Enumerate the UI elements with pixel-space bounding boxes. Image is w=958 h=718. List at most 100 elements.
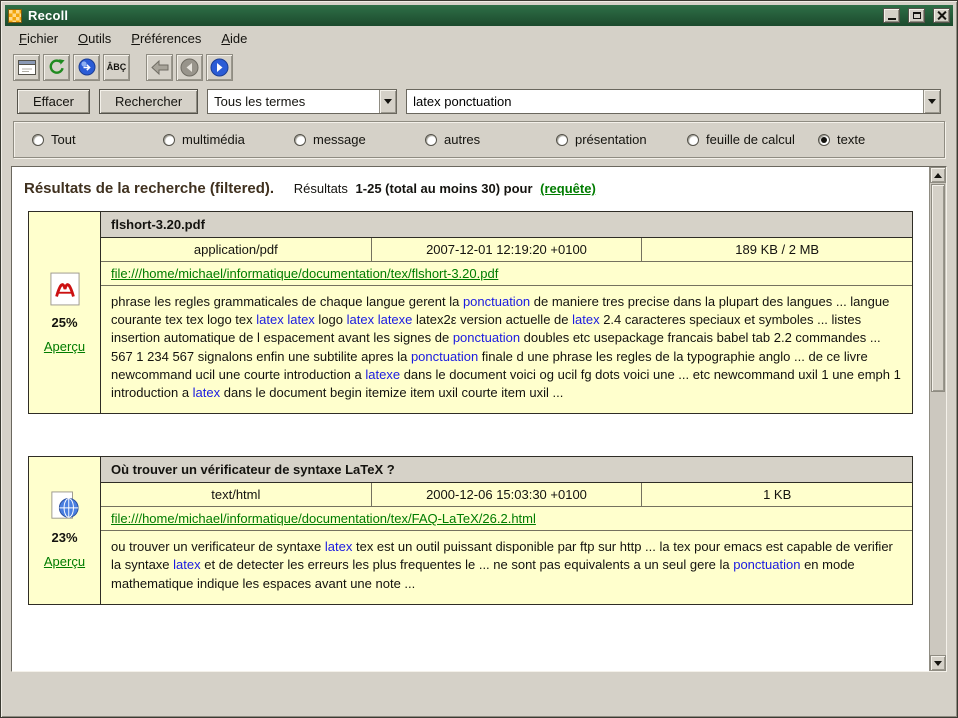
html-icon <box>50 491 80 521</box>
titlebar[interactable]: Recoll <box>5 5 953 26</box>
result-title: flshort-3.20.pdf <box>101 212 912 238</box>
result-url-link[interactable]: file:///home/michael/informatique/docume… <box>111 511 536 526</box>
result-abstract: phrase les regles grammaticales de chaqu… <box>101 286 912 413</box>
menu-outils[interactable]: Outils <box>70 28 119 49</box>
search-query-combobox[interactable] <box>406 89 941 114</box>
result-entry-body: Où trouver un vérificateur de syntaxe La… <box>101 457 912 604</box>
result-entry: 25% Aperçu flshort-3.20.pdf application/… <box>28 211 913 414</box>
update-index-icon <box>48 58 66 76</box>
search-row: Effacer Rechercher Tous les termes <box>5 84 953 118</box>
filter-label: texte <box>837 132 865 147</box>
next-page-button[interactable] <box>206 54 233 81</box>
chevron-down-icon <box>928 99 936 104</box>
results-range: 1-25 (total au moins 30) pour <box>356 181 533 196</box>
search-mode-value: Tous les termes <box>208 90 379 113</box>
reset-button[interactable] <box>13 54 40 81</box>
result-entry-body: flshort-3.20.pdf application/pdf 2007-12… <box>101 212 912 413</box>
result-meta-row: application/pdf 2007-12-01 12:19:20 +010… <box>101 238 912 262</box>
filter-multimedia[interactable]: multimédia <box>163 132 294 147</box>
results-summary: Résultats 1-25 (total au moins 30) pour … <box>294 181 596 196</box>
arrow-down-icon <box>934 661 942 666</box>
results-scrollbar[interactable] <box>929 167 946 671</box>
radio-icon[interactable] <box>818 134 830 146</box>
search-query-dropdown-button[interactable] <box>923 90 940 113</box>
term-explorer-button[interactable]: ÂBÇ <box>103 54 130 81</box>
search-mode-combobox[interactable]: Tous les termes <box>207 89 397 114</box>
filter-label: message <box>313 132 366 147</box>
radio-icon[interactable] <box>32 134 44 146</box>
preview-link[interactable]: Aperçu <box>44 339 85 354</box>
filter-texte[interactable]: texte <box>818 132 865 147</box>
results-list: Résultats de la recherche (filtered). Ré… <box>12 167 929 671</box>
menu-fichier[interactable]: Fichier <box>11 28 66 49</box>
minimize-icon <box>888 18 896 20</box>
preview-link[interactable]: Aperçu <box>44 554 85 569</box>
toolbar-group-navigation <box>146 54 233 81</box>
filter-autres[interactable]: autres <box>425 132 556 147</box>
menu-aide[interactable]: Aide <box>213 28 255 49</box>
update-index-button[interactable] <box>43 54 70 81</box>
results-area: Résultats de la recherche (filtered). Ré… <box>11 166 947 672</box>
maximize-button[interactable] <box>908 8 925 23</box>
close-icon <box>937 11 946 20</box>
prev-page-button[interactable] <box>146 54 173 81</box>
recoll-window: Recoll Fichier Outils Préférences Aide Â… <box>0 0 958 718</box>
radio-icon[interactable] <box>163 134 175 146</box>
search-button[interactable]: Rechercher <box>99 89 198 114</box>
filter-label: autres <box>444 132 480 147</box>
arrow-up-icon <box>934 173 942 178</box>
history-back-icon <box>180 58 199 77</box>
filter-tout[interactable]: Tout <box>32 132 163 147</box>
result-entry: 23% Aperçu Où trouver un vérificateur de… <box>28 456 913 605</box>
window-title: Recoll <box>28 8 875 23</box>
next-page-icon <box>210 58 229 77</box>
results-heading: Résultats de la recherche (filtered). <box>24 180 274 197</box>
run-query-button[interactable] <box>73 54 100 81</box>
minimize-button[interactable] <box>883 8 900 23</box>
result-meta-row: text/html 2000-12-06 15:03:30 +0100 1 KB <box>101 483 912 507</box>
query-link[interactable]: (requête) <box>540 181 596 196</box>
results-header: Résultats de la recherche (filtered). Ré… <box>24 180 921 197</box>
scroll-down-button[interactable] <box>930 655 946 671</box>
prev-page-icon <box>150 59 170 76</box>
recoll-app-icon <box>8 9 22 23</box>
relevance-percent: 23% <box>51 530 77 545</box>
result-date: 2007-12-01 12:19:20 +0100 <box>372 238 643 261</box>
scrollbar-track[interactable] <box>930 183 946 655</box>
run-query-icon <box>78 58 96 76</box>
menu-preferences[interactable]: Préférences <box>123 28 209 49</box>
chevron-down-icon <box>384 99 392 104</box>
result-url-row: file:///home/michael/informatique/docume… <box>101 507 912 531</box>
radio-icon[interactable] <box>687 134 699 146</box>
history-back-button[interactable] <box>176 54 203 81</box>
clear-button[interactable]: Effacer <box>17 89 90 114</box>
result-title: Où trouver un vérificateur de syntaxe La… <box>101 457 912 483</box>
result-mime: text/html <box>101 483 372 506</box>
search-query-input[interactable] <box>407 90 923 113</box>
scroll-up-button[interactable] <box>930 167 946 183</box>
radio-icon[interactable] <box>556 134 568 146</box>
result-abstract: ou trouver un verificateur de syntaxe la… <box>101 531 912 604</box>
category-filter-row: Tout multimédia message autres présentat… <box>13 121 945 158</box>
result-entry-sidebar: 25% Aperçu <box>29 212 101 413</box>
result-size: 1 KB <box>642 483 912 506</box>
result-entry-sidebar: 23% Aperçu <box>29 457 101 604</box>
close-button[interactable] <box>933 8 950 23</box>
toolbar-group-actions: ÂBÇ <box>13 54 130 81</box>
result-url-link[interactable]: file:///home/michael/informatique/docume… <box>111 266 498 281</box>
radio-icon[interactable] <box>425 134 437 146</box>
scrollbar-thumb[interactable] <box>931 184 945 392</box>
term-explorer-icon: ÂBÇ <box>107 62 127 72</box>
relevance-percent: 25% <box>51 315 77 330</box>
result-date: 2000-12-06 15:03:30 +0100 <box>372 483 643 506</box>
filter-presentation[interactable]: présentation <box>556 132 687 147</box>
filter-label: multimédia <box>182 132 245 147</box>
status-bar <box>5 672 953 713</box>
radio-icon[interactable] <box>294 134 306 146</box>
filter-message[interactable]: message <box>294 132 425 147</box>
menubar: Fichier Outils Préférences Aide <box>5 26 953 50</box>
filter-label: feuille de calcul <box>706 132 795 147</box>
filter-feuille-de-calcul[interactable]: feuille de calcul <box>687 132 818 147</box>
result-mime: application/pdf <box>101 238 372 261</box>
search-mode-dropdown-button[interactable] <box>379 90 396 113</box>
